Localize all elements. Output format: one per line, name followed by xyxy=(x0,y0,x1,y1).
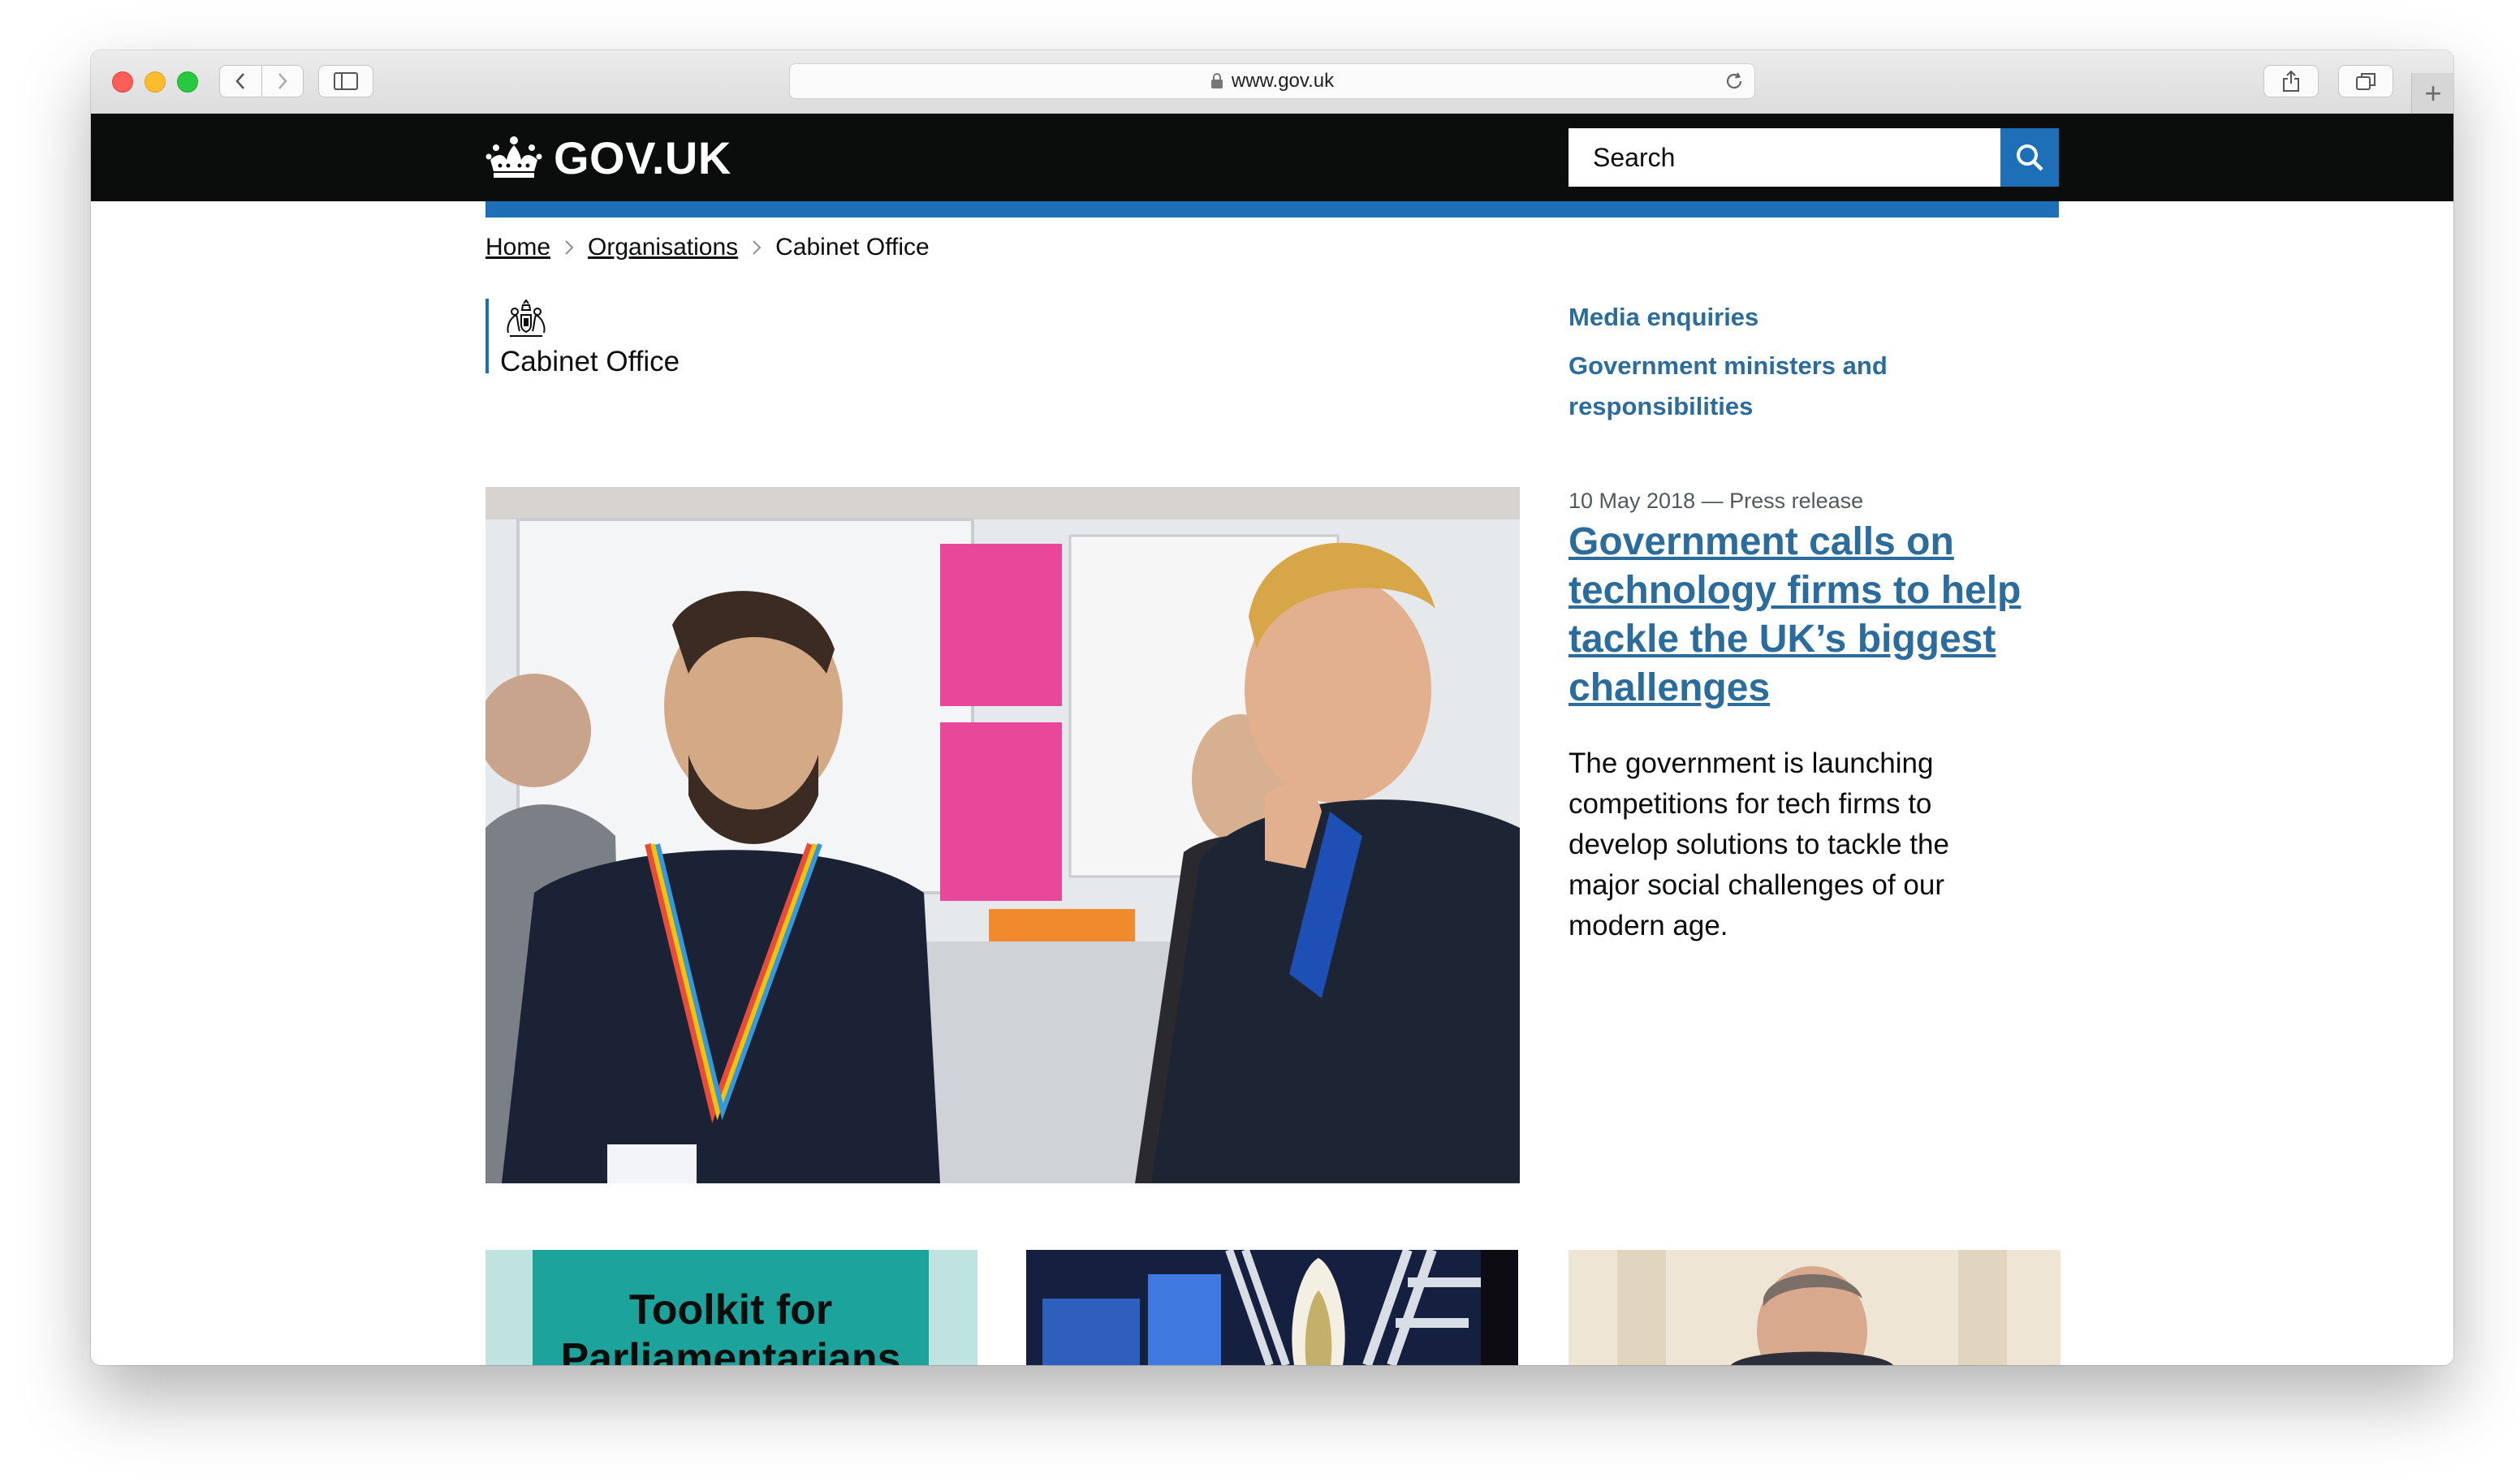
sidebar-toggle-button[interactable] xyxy=(318,65,373,97)
organisation-name: Cabinet Office xyxy=(500,346,680,377)
news-card[interactable] xyxy=(1026,1250,1518,1365)
card-image-text: Toolkit for Parliamentarians xyxy=(560,1286,901,1365)
media-enquiries-link[interactable]: Media enquiries xyxy=(1569,297,2023,338)
show-tabs-button[interactable] xyxy=(2338,65,2393,97)
history-navigation xyxy=(219,65,304,97)
reload-icon[interactable] xyxy=(1724,71,1745,92)
crown-icon xyxy=(485,136,542,178)
card-image xyxy=(1026,1250,1518,1365)
sidebar-icon xyxy=(334,72,358,90)
news-card[interactable] xyxy=(1569,1250,2060,1365)
tabs-overview-icon xyxy=(2356,73,2375,90)
minimize-window-button[interactable] xyxy=(145,71,166,93)
breadcrumb-home-link[interactable]: Home xyxy=(485,234,550,261)
govuk-logo-link[interactable]: GOV.UK xyxy=(485,131,731,184)
forward-button[interactable] xyxy=(262,66,304,97)
share-button[interactable] xyxy=(2263,65,2319,97)
organisation-logo: Cabinet Office xyxy=(485,299,680,377)
featured-news-description: The government is launching competitions… xyxy=(1569,747,1949,941)
url-text: www.gov.uk xyxy=(1231,70,1335,92)
govuk-header: GOV.UK Search xyxy=(91,114,2453,201)
new-tab-button[interactable]: + xyxy=(2411,73,2453,114)
ministers-responsibilities-link[interactable]: Government ministers and responsibilitie… xyxy=(1569,346,2023,427)
close-window-button[interactable] xyxy=(112,71,133,93)
featured-news-title-link[interactable]: Government calls on technology firms to … xyxy=(1569,518,2023,713)
chevron-right-icon xyxy=(563,239,575,256)
organisation-quick-links: Media enquiries Government ministers and… xyxy=(1569,297,2023,435)
address-bar[interactable]: www.gov.uk xyxy=(789,63,1755,99)
photo-people-at-whiteboard xyxy=(485,487,1520,1183)
logo-text: GOV.UK xyxy=(554,132,731,183)
back-button[interactable] xyxy=(220,66,262,97)
news-card[interactable]: Toolkit for Parliamentarians xyxy=(485,1250,977,1365)
browser-window: www.gov.uk + GOV.UK Search Home Organisa… xyxy=(91,50,2453,1365)
search-icon xyxy=(2017,144,2043,171)
zoom-window-button[interactable] xyxy=(177,71,198,93)
plus-icon: + xyxy=(2424,76,2442,110)
breadcrumb: Home Organisations Cabinet Office xyxy=(485,234,930,261)
breadcrumb-current: Cabinet Office xyxy=(775,234,930,261)
browser-toolbar: www.gov.uk + xyxy=(91,50,2453,114)
news-meta: 10 May 2018 — Press release xyxy=(1569,489,1864,513)
page-viewport: GOV.UK Search Home Organisations Cabinet… xyxy=(91,114,2453,1365)
card-image xyxy=(1569,1250,2060,1365)
royal-coat-of-arms-icon xyxy=(507,299,546,337)
search-button[interactable] xyxy=(2000,128,2059,187)
chevron-left-icon xyxy=(235,73,245,89)
card-image: Toolkit for Parliamentarians xyxy=(533,1250,929,1365)
search-input[interactable]: Search xyxy=(1569,128,2000,187)
header-accent-bar xyxy=(485,201,2059,218)
featured-news-image[interactable] xyxy=(485,487,1520,1183)
chevron-right-icon xyxy=(751,239,762,256)
breadcrumb-organisations-link[interactable]: Organisations xyxy=(588,234,738,261)
lock-icon xyxy=(1210,73,1223,88)
chevron-right-icon xyxy=(278,73,287,89)
share-icon xyxy=(2283,70,2299,92)
